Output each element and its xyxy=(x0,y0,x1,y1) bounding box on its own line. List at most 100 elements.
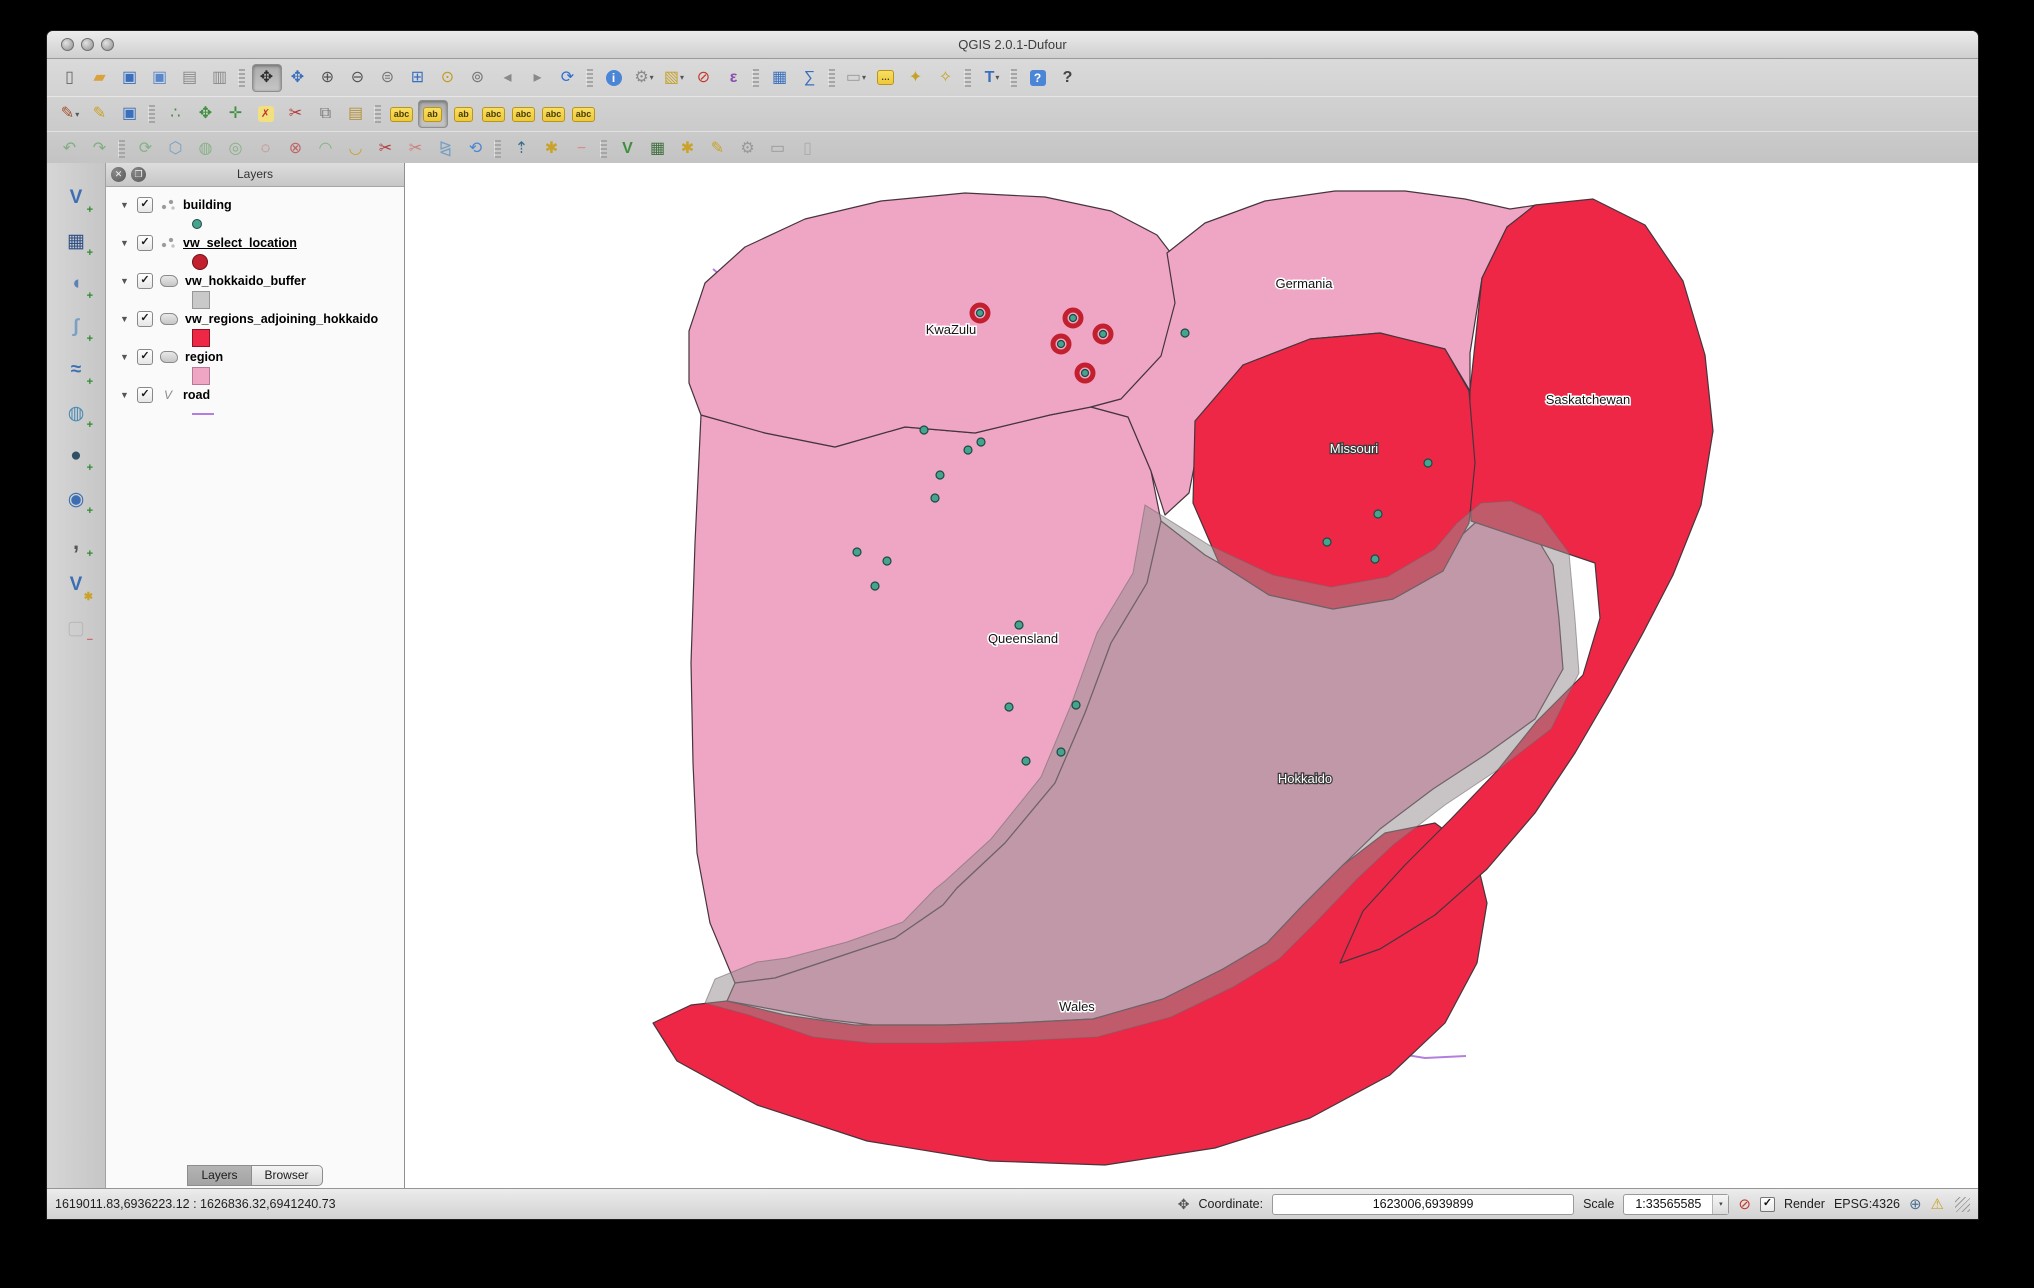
redo-button[interactable]: ↷ xyxy=(86,136,114,162)
rotate-point-symbols-button[interactable]: ⟲ xyxy=(462,136,490,162)
mouse-tracker-icon[interactable]: ✥ xyxy=(1178,1196,1190,1213)
zoom-last-button[interactable]: ◂ xyxy=(494,65,522,91)
merge-features-button[interactable]: ⧎ xyxy=(432,136,460,162)
zoom-full-button[interactable]: ⊞ xyxy=(404,65,432,91)
build-topology-button[interactable]: ⚙ xyxy=(734,136,762,162)
layer-name[interactable]: vw_regions_adjoining_hokkaido xyxy=(185,312,378,326)
zoom-to-layer-button[interactable]: ⊚ xyxy=(464,65,492,91)
layer-symbol-swatch[interactable] xyxy=(192,366,210,385)
new-print-composer-button[interactable]: ▤ xyxy=(176,65,204,91)
disclosure-triangle-icon[interactable]: ▼ xyxy=(120,200,130,210)
move-feature-button[interactable]: ✥ xyxy=(192,101,220,127)
map-tips-button[interactable]: … xyxy=(872,65,900,91)
paste-features-button[interactable]: ▤ xyxy=(342,101,370,127)
field-calculator-button[interactable]: ∑ xyxy=(796,65,824,91)
add-vector-join-button[interactable]: V xyxy=(614,136,642,162)
zoom-next-button[interactable]: ▸ xyxy=(524,65,552,91)
measure-button[interactable]: ▭ ▾ xyxy=(842,65,870,91)
zoom-actual-size-button[interactable]: ⊜ xyxy=(374,65,402,91)
layer-symbol-swatch[interactable] xyxy=(192,412,214,415)
coordinate-input[interactable]: 1623006,6939899 xyxy=(1272,1193,1575,1215)
delete-ring-button[interactable]: ◌ xyxy=(252,136,280,162)
map-canvas[interactable]: KwaZulu Germania Saskatchewan Missouri Queen… xyxy=(405,163,1978,1189)
pan-to-selection-button[interactable]: ✥ xyxy=(284,65,312,91)
show-bookmarks-button[interactable]: ✧ xyxy=(932,65,960,91)
pan-map-button[interactable]: ✥ xyxy=(252,63,282,92)
zoom-to-selection-button[interactable]: ⊙ xyxy=(434,65,462,91)
scale-combobox[interactable]: 1:33565585 ▾ xyxy=(1623,1193,1730,1215)
add-spatialite-layer-button[interactable]: ∫ + xyxy=(61,312,93,345)
clip-region-button[interactable]: ▭ xyxy=(764,136,792,162)
refresh-map-button[interactable]: ⟳ xyxy=(554,65,582,91)
text-annotation-button[interactable]: T ▾ xyxy=(978,65,1006,91)
add-vector-layer-button[interactable]: V + xyxy=(61,183,93,216)
grass-tools-button[interactable]: ✱ xyxy=(538,136,566,162)
new-shapefile-layer-button[interactable]: V ✱ xyxy=(61,570,93,603)
resize-grip[interactable] xyxy=(1955,1196,1970,1212)
offset-curve-button[interactable]: ◡ xyxy=(342,136,370,162)
layer-name[interactable]: vw_hokkaido_buffer xyxy=(185,274,306,288)
label-pin-button[interactable]: ab xyxy=(418,100,448,128)
remove-layer-button[interactable]: ▢ − xyxy=(61,613,93,647)
current-edits-button[interactable]: ✎ ▾ xyxy=(56,101,84,127)
layer-item-region[interactable]: ▼ ✓ region xyxy=(106,346,404,367)
split-features-button[interactable]: ✂ xyxy=(372,136,400,162)
edit-feature-button[interactable]: ✎ xyxy=(704,136,732,162)
select-by-expression-button[interactable]: ε xyxy=(720,65,748,91)
tab-layers[interactable]: Layers xyxy=(187,1165,252,1186)
node-tool-button[interactable]: ✛ xyxy=(222,101,250,127)
render-checkbox[interactable]: ✓ xyxy=(1759,1196,1775,1212)
disclosure-triangle-icon[interactable]: ▼ xyxy=(120,276,130,286)
close-panel-button[interactable]: ✕ xyxy=(111,167,126,182)
label-properties-button[interactable]: abc xyxy=(570,101,598,127)
identify-features-button[interactable]: i xyxy=(600,65,628,91)
disclosure-triangle-icon[interactable]: ▼ xyxy=(120,352,130,362)
stop-rendering-icon[interactable]: ⊘ xyxy=(1738,1195,1751,1213)
add-wfs-layer-button[interactable]: ◉ + xyxy=(61,484,93,518)
layer-symbol-swatch[interactable] xyxy=(192,218,202,229)
reshape-features-button[interactable]: ◠ xyxy=(312,136,340,162)
layer-item-vw-select-location[interactable]: ▼ ✓ vw_select_location xyxy=(106,232,404,253)
float-panel-button[interactable]: ❐ xyxy=(131,167,146,182)
undo-button[interactable]: ↶ xyxy=(56,136,84,162)
label-rotate-button[interactable]: abc xyxy=(540,101,568,127)
save-project-button[interactable]: ▣ xyxy=(116,65,144,91)
add-raster-layer-button[interactable]: ▦ + xyxy=(61,226,93,260)
crs-status-globe-icon[interactable]: ⊕ xyxy=(1909,1195,1922,1213)
add-ring-button[interactable]: ◍ xyxy=(192,136,220,162)
copy-features-button[interactable]: ⧉ xyxy=(312,101,340,127)
add-delimited-text-layer-button[interactable]: , + xyxy=(61,527,93,560)
save-project-as-button[interactable]: ▣ xyxy=(146,65,174,91)
new-bookmark-button[interactable]: ✦ xyxy=(902,65,930,91)
disclosure-triangle-icon[interactable]: ▼ xyxy=(120,390,130,400)
layer-item-road[interactable]: ▼ ✓ road xyxy=(106,384,404,405)
zoom-in-button[interactable]: ⊕ xyxy=(314,65,342,91)
disclosure-triangle-icon[interactable]: ▼ xyxy=(120,238,130,248)
layer-visibility-checkbox[interactable]: ✓ xyxy=(137,272,153,289)
add-postgis-layer-button[interactable]: ◖ + xyxy=(61,269,93,302)
log-messages-warning-icon[interactable]: ⚠ xyxy=(1931,1195,1944,1213)
rotate-feature-button[interactable]: ⟳ xyxy=(132,136,160,162)
layer-name[interactable]: road xyxy=(183,388,210,402)
layer-name[interactable]: vw_select_location xyxy=(183,236,297,250)
add-raster-join-button[interactable]: ▦ xyxy=(644,136,672,162)
disclosure-triangle-icon[interactable]: ▼ xyxy=(120,314,130,324)
composer-manager-button[interactable]: ▥ xyxy=(206,65,234,91)
scale-value[interactable]: 1:33565585 xyxy=(1624,1197,1712,1211)
toggle-editing-button[interactable]: ✎ xyxy=(86,101,114,127)
title-bar[interactable]: QGIS 2.0.1-Dufour xyxy=(47,31,1978,59)
label-visibility-button[interactable]: abc xyxy=(480,101,508,127)
layer-symbol-swatch[interactable] xyxy=(192,328,210,347)
layer-visibility-checkbox[interactable]: ✓ xyxy=(137,386,153,403)
whats-this-button[interactable]: ? xyxy=(1054,65,1082,91)
zoom-out-button[interactable]: ⊖ xyxy=(344,65,372,91)
add-wcs-layer-button[interactable]: ● + xyxy=(61,441,93,474)
new-project-button[interactable]: ▯ xyxy=(56,65,84,91)
add-wms-layer-button[interactable]: ◍ + xyxy=(61,398,93,432)
layer-visibility-checkbox[interactable]: ✓ xyxy=(137,234,153,251)
layer-name[interactable]: region xyxy=(185,350,223,364)
region-edit-button[interactable]: ▯ xyxy=(794,136,822,162)
split-parts-button[interactable]: ✂ xyxy=(402,136,430,162)
simplify-feature-button[interactable]: ⬡ xyxy=(162,136,190,162)
scale-dropdown-arrow-icon[interactable]: ▾ xyxy=(1712,1194,1729,1214)
